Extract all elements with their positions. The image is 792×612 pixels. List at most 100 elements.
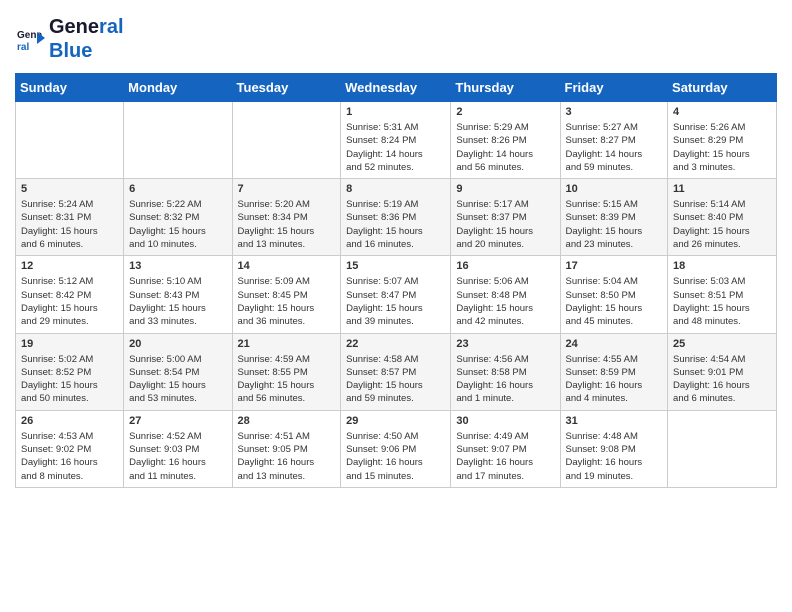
week-row-5: 26 Sunrise: 4:53 AM Sunset: 9:02 PM Dayli… [16,410,777,487]
day-number: 10 [566,183,663,195]
days-header-row: SundayMondayTuesdayWednesdayThursdayFrid… [16,74,777,102]
calendar-cell [232,102,341,179]
day-info: Sunrise: 4:55 AM Sunset: 8:59 PM Dayligh… [566,353,663,406]
calendar-cell: 2 Sunrise: 5:29 AM Sunset: 8:26 PM Daylig… [451,102,560,179]
calendar-cell: 5 Sunrise: 5:24 AM Sunset: 8:31 PM Daylig… [16,179,124,256]
calendar-cell: 7 Sunrise: 5:20 AM Sunset: 8:34 PM Daylig… [232,179,341,256]
day-info: Sunrise: 4:59 AM Sunset: 8:55 PM Dayligh… [238,353,336,406]
calendar-cell: 24 Sunrise: 4:55 AM Sunset: 8:59 PM Dayli… [560,333,668,410]
day-number: 21 [238,338,336,350]
day-info: Sunrise: 4:50 AM Sunset: 9:06 PM Dayligh… [346,430,445,483]
day-info: Sunrise: 5:31 AM Sunset: 8:24 PM Dayligh… [346,121,445,174]
logo: Gene ral GeneralBlue [15,15,124,63]
calendar-cell: 8 Sunrise: 5:19 AM Sunset: 8:36 PM Daylig… [341,179,451,256]
header-tuesday: Tuesday [232,74,341,102]
calendar-cell: 23 Sunrise: 4:56 AM Sunset: 8:58 PM Dayli… [451,333,560,410]
logo-text: GeneralBlue [49,15,124,63]
day-info: Sunrise: 5:15 AM Sunset: 8:39 PM Dayligh… [566,198,663,251]
day-info: Sunrise: 4:56 AM Sunset: 8:58 PM Dayligh… [456,353,554,406]
calendar-table: SundayMondayTuesdayWednesdayThursdayFrid… [15,73,777,488]
calendar-cell: 1 Sunrise: 5:31 AM Sunset: 8:24 PM Daylig… [341,102,451,179]
day-number: 7 [238,183,336,195]
week-row-3: 12Sunrise: 5:12 AM Sunset: 8:42 PM Dayli… [16,256,777,333]
day-number: 5 [21,183,118,195]
day-info: Sunrise: 5:10 AM Sunset: 8:43 PM Dayligh… [129,275,226,328]
day-number: 1 [346,106,445,118]
header-saturday: Saturday [668,74,777,102]
calendar-cell: 25 Sunrise: 4:54 AM Sunset: 9:01 PM Dayli… [668,333,777,410]
day-number: 4 [673,106,771,118]
day-number: 20 [129,338,226,350]
calendar-cell: 18Sunrise: 5:03 AM Sunset: 8:51 PM Dayli… [668,256,777,333]
calendar-cell: 22 Sunrise: 4:58 AM Sunset: 8:57 PM Dayli… [341,333,451,410]
calendar-cell: 31Sunrise: 4:48 AM Sunset: 9:08 PM Dayli… [560,410,668,487]
header-sunday: Sunday [16,74,124,102]
calendar-cell: 9Sunrise: 5:17 AM Sunset: 8:37 PM Daylig… [451,179,560,256]
calendar-cell: 17Sunrise: 5:04 AM Sunset: 8:50 PM Dayli… [560,256,668,333]
day-number: 27 [129,415,226,427]
day-info: Sunrise: 5:22 AM Sunset: 8:32 PM Dayligh… [129,198,226,251]
day-number: 30 [456,415,554,427]
day-number: 29 [346,415,445,427]
day-number: 15 [346,260,445,272]
svg-text:ral: ral [17,42,29,53]
day-info: Sunrise: 4:48 AM Sunset: 9:08 PM Dayligh… [566,430,663,483]
day-number: 9 [456,183,554,195]
calendar-cell: 6 Sunrise: 5:22 AM Sunset: 8:32 PM Daylig… [124,179,232,256]
day-number: 18 [673,260,771,272]
week-row-4: 19Sunrise: 5:02 AM Sunset: 8:52 PM Dayli… [16,333,777,410]
day-number: 11 [673,183,771,195]
calendar-cell: 21 Sunrise: 4:59 AM Sunset: 8:55 PM Dayli… [232,333,341,410]
header-monday: Monday [124,74,232,102]
day-info: Sunrise: 5:02 AM Sunset: 8:52 PM Dayligh… [21,353,118,406]
day-number: 8 [346,183,445,195]
calendar-cell: 11Sunrise: 5:14 AM Sunset: 8:40 PM Dayli… [668,179,777,256]
day-info: Sunrise: 5:20 AM Sunset: 8:34 PM Dayligh… [238,198,336,251]
day-info: Sunrise: 4:53 AM Sunset: 9:02 PM Dayligh… [21,430,118,483]
header-thursday: Thursday [451,74,560,102]
calendar-cell: 12Sunrise: 5:12 AM Sunset: 8:42 PM Dayli… [16,256,124,333]
day-info: Sunrise: 5:19 AM Sunset: 8:36 PM Dayligh… [346,198,445,251]
day-number: 24 [566,338,663,350]
day-info: Sunrise: 5:29 AM Sunset: 8:26 PM Dayligh… [456,121,554,174]
calendar-cell: 13 Sunrise: 5:10 AM Sunset: 8:43 PM Dayli… [124,256,232,333]
day-number: 28 [238,415,336,427]
page-header: Gene ral GeneralBlue [15,15,777,63]
day-number: 14 [238,260,336,272]
calendar-cell: 27 Sunrise: 4:52 AM Sunset: 9:03 PM Dayli… [124,410,232,487]
calendar-cell: 16Sunrise: 5:06 AM Sunset: 8:48 PM Dayli… [451,256,560,333]
day-info: Sunrise: 5:09 AM Sunset: 8:45 PM Dayligh… [238,275,336,328]
calendar-cell: 4Sunrise: 5:26 AM Sunset: 8:29 PM Daylig… [668,102,777,179]
day-info: Sunrise: 4:51 AM Sunset: 9:05 PM Dayligh… [238,430,336,483]
day-number: 25 [673,338,771,350]
day-info: Sunrise: 5:04 AM Sunset: 8:50 PM Dayligh… [566,275,663,328]
calendar-cell: 15Sunrise: 5:07 AM Sunset: 8:47 PM Dayli… [341,256,451,333]
logo-icon: Gene ral [15,24,45,54]
day-info: Sunrise: 5:24 AM Sunset: 8:31 PM Dayligh… [21,198,118,251]
day-info: Sunrise: 4:58 AM Sunset: 8:57 PM Dayligh… [346,353,445,406]
day-number: 22 [346,338,445,350]
day-number: 13 [129,260,226,272]
day-info: Sunrise: 5:27 AM Sunset: 8:27 PM Dayligh… [566,121,663,174]
calendar-cell: 14 Sunrise: 5:09 AM Sunset: 8:45 PM Dayli… [232,256,341,333]
day-info: Sunrise: 4:54 AM Sunset: 9:01 PM Dayligh… [673,353,771,406]
header-wednesday: Wednesday [341,74,451,102]
calendar-cell: 30 Sunrise: 4:49 AM Sunset: 9:07 PM Dayli… [451,410,560,487]
day-number: 26 [21,415,118,427]
day-info: Sunrise: 4:49 AM Sunset: 9:07 PM Dayligh… [456,430,554,483]
day-number: 23 [456,338,554,350]
calendar-cell [668,410,777,487]
day-number: 16 [456,260,554,272]
day-number: 6 [129,183,226,195]
header-friday: Friday [560,74,668,102]
calendar-cell [16,102,124,179]
day-info: Sunrise: 4:52 AM Sunset: 9:03 PM Dayligh… [129,430,226,483]
calendar-cell: 10 Sunrise: 5:15 AM Sunset: 8:39 PM Dayli… [560,179,668,256]
day-number: 3 [566,106,663,118]
day-number: 2 [456,106,554,118]
calendar-cell: 19Sunrise: 5:02 AM Sunset: 8:52 PM Dayli… [16,333,124,410]
day-number: 12 [21,260,118,272]
week-row-2: 5 Sunrise: 5:24 AM Sunset: 8:31 PM Daylig… [16,179,777,256]
calendar-cell: 26 Sunrise: 4:53 AM Sunset: 9:02 PM Dayli… [16,410,124,487]
calendar-cell: 29 Sunrise: 4:50 AM Sunset: 9:06 PM Dayli… [341,410,451,487]
